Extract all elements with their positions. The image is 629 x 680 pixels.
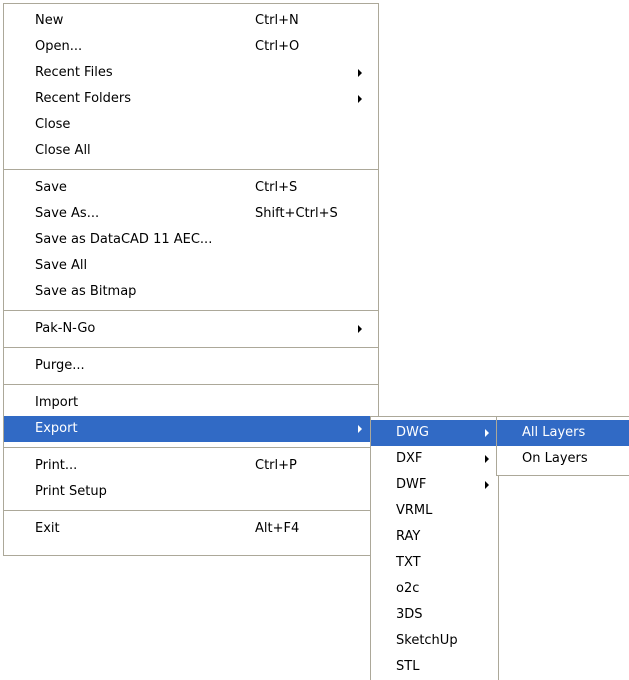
export-item-txt[interactable]: TXT (371, 550, 498, 576)
menu-item-label: VRML (396, 503, 433, 518)
menu-item-label: DWG (396, 425, 429, 440)
menu-item-label: Purge... (35, 358, 85, 373)
menu-item-shortcut: Shift+Ctrl+S (255, 206, 338, 221)
menu-item-label: Pak-N-Go (35, 321, 96, 336)
submenu-arrow-icon (358, 325, 362, 333)
menu-item-label: Print... (35, 458, 78, 473)
menu-item-label: Export (35, 421, 78, 436)
export-item-3ds[interactable]: 3DS (371, 602, 498, 628)
menu-item-label: RAY (396, 529, 421, 544)
menu-item-print[interactable]: Print... Ctrl+P (4, 453, 378, 479)
menu-item-label: TXT (396, 555, 421, 570)
menu-item-open[interactable]: Open... Ctrl+O (4, 34, 378, 60)
menu-item-new[interactable]: New Ctrl+N (4, 8, 378, 34)
menu-item-print-setup[interactable]: Print Setup (4, 479, 378, 505)
menu-item-label: Exit (35, 521, 60, 536)
menu-item-label: Import (35, 395, 79, 410)
menu-separator (4, 310, 378, 311)
export-item-ray[interactable]: RAY (371, 524, 498, 550)
menu-item-label: Recent Files (35, 65, 113, 80)
export-item-dxf[interactable]: DXF (371, 446, 498, 472)
menu-item-label: Save (35, 180, 67, 195)
menu-item-save-as[interactable]: Save As... Shift+Ctrl+S (4, 201, 378, 227)
menu-item-exit[interactable]: Exit Alt+F4 (4, 516, 378, 542)
dwg-item-all-layers[interactable]: All Layers (497, 420, 629, 446)
file-menu: New Ctrl+N Open... Ctrl+O Recent Files Recent… (3, 3, 379, 556)
menu-item-pak-n-go[interactable]: Pak-N-Go (4, 316, 378, 342)
menu-item-shortcut: Ctrl+N (255, 13, 299, 28)
menu-item-label: STL (396, 659, 420, 674)
submenu-arrow-icon (358, 69, 362, 77)
menu-item-label: DXF (396, 451, 423, 466)
menu-item-import[interactable]: Import (4, 390, 378, 416)
submenu-arrow-icon (358, 425, 362, 433)
menu-item-label: Save as DataCAD 11 AEC... (35, 232, 213, 247)
dwg-submenu: All Layers On Layers (496, 416, 629, 476)
menu-item-label: All Layers (522, 425, 586, 440)
menu-separator (4, 169, 378, 170)
menu-item-label: o2c (396, 581, 420, 596)
export-item-sketchup[interactable]: SketchUp (371, 628, 498, 654)
export-item-o2c[interactable]: o2c (371, 576, 498, 602)
menu-item-shortcut: Ctrl+P (255, 458, 297, 473)
export-item-stl[interactable]: STL (371, 654, 498, 680)
menu-item-label: Print Setup (35, 484, 107, 499)
submenu-arrow-icon (485, 429, 489, 437)
menu-separator (4, 447, 378, 448)
menu-item-save-all[interactable]: Save All (4, 253, 378, 279)
menu-item-purge[interactable]: Purge... (4, 353, 378, 379)
menu-item-label: Recent Folders (35, 91, 132, 106)
menu-item-recent-folders[interactable]: Recent Folders (4, 86, 378, 112)
menu-item-label: 3DS (396, 607, 423, 622)
menu-item-label: New (35, 13, 64, 28)
menu-separator (4, 347, 378, 348)
export-item-vrml[interactable]: VRML (371, 498, 498, 524)
menu-item-close[interactable]: Close (4, 112, 378, 138)
export-item-dwf[interactable]: DWF (371, 472, 498, 498)
export-submenu: DWG DXF DWF VRML RAY TXT o2c 3DS SketchUp STL (370, 416, 499, 680)
menu-item-label: Save As... (35, 206, 100, 221)
menu-item-label: Open... (35, 39, 83, 54)
menu-item-label: Close (35, 117, 71, 132)
menu-item-recent-files[interactable]: Recent Files (4, 60, 378, 86)
menu-item-export[interactable]: Export (4, 416, 378, 442)
menu-item-save-as-datacad-11-aec[interactable]: Save as DataCAD 11 AEC... (4, 227, 378, 253)
menu-item-save[interactable]: Save Ctrl+S (4, 175, 378, 201)
submenu-arrow-icon (358, 95, 362, 103)
menu-item-label: Save as Bitmap (35, 284, 137, 299)
menu-item-close-all[interactable]: Close All (4, 138, 378, 164)
submenu-arrow-icon (485, 481, 489, 489)
submenu-arrow-icon (485, 455, 489, 463)
menu-item-shortcut: Alt+F4 (255, 521, 300, 536)
menu-item-shortcut: Ctrl+O (255, 39, 300, 54)
menu-separator (4, 510, 378, 511)
dwg-item-on-layers[interactable]: On Layers (497, 446, 629, 472)
menu-item-label: SketchUp (396, 633, 458, 648)
menu-item-shortcut: Ctrl+S (255, 180, 298, 195)
export-item-dwg[interactable]: DWG (371, 420, 498, 446)
menu-item-label: Save All (35, 258, 88, 273)
menu-item-save-as-bitmap[interactable]: Save as Bitmap (4, 279, 378, 305)
menu-item-label: On Layers (522, 451, 588, 466)
menu-item-label: Close All (35, 143, 91, 158)
menu-separator (4, 384, 378, 385)
menu-item-label: DWF (396, 477, 427, 492)
